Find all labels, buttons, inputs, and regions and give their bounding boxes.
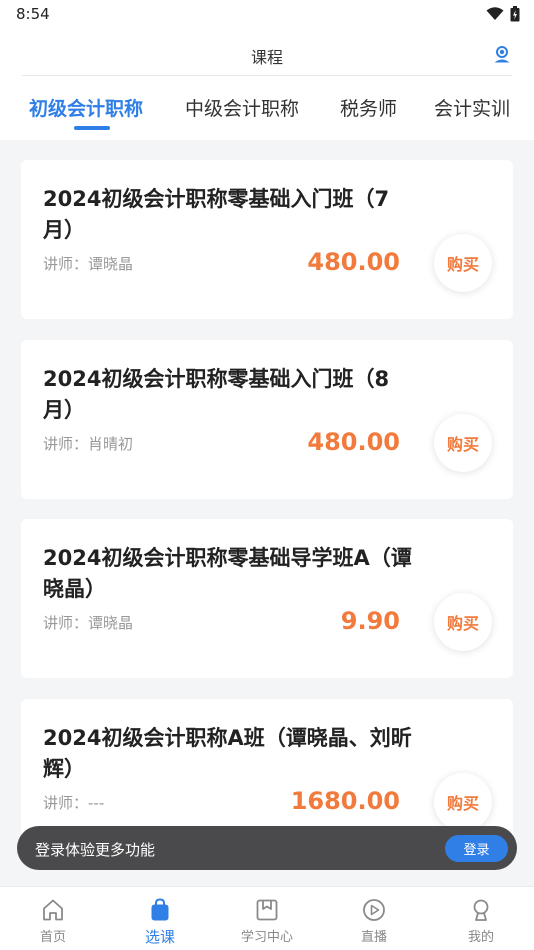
nav-live[interactable]: 直播 — [321, 887, 427, 949]
nav-course-select[interactable]: 选课 — [107, 887, 213, 949]
shopping-bag-icon — [151, 898, 169, 921]
customer-service-icon[interactable] — [492, 44, 512, 64]
course-card[interactable]: 2024初级会计职称零基础入门班（8月） 讲师：肖晴初 480.00 购买 — [21, 340, 513, 499]
course-title: 2024初级会计职称零基础入门班（7月） — [43, 187, 390, 242]
tab-accounting-practice[interactable]: 会计实训 — [434, 94, 510, 121]
course-teacher: 讲师：谭晓晶 — [43, 255, 134, 273]
bookmark-book-icon — [256, 899, 278, 921]
course-card[interactable]: 2024初级会计职称零基础入门班（7月） 讲师：谭晓晶 480.00 购买 — [21, 160, 513, 319]
tab-intermediate-accounting[interactable]: 中级会计职称 — [185, 94, 299, 121]
home-icon — [43, 899, 63, 921]
course-teacher: 讲师：--- — [43, 794, 105, 812]
page-title: 课程 — [250, 48, 283, 67]
category-tabs: 初级会计职称 中级会计职称 税务师 会计实训 — [0, 76, 534, 140]
status-bar: 8:54 — [0, 0, 534, 28]
buy-button[interactable]: 购买 — [434, 234, 492, 292]
status-time: 8:54 — [16, 5, 50, 23]
course-price: 9.90 — [340, 607, 400, 635]
buy-button[interactable]: 购买 — [434, 593, 492, 651]
nav-live-label: 直播 — [360, 930, 387, 945]
login-prompt-text: 登录体验更多功能 — [35, 841, 156, 859]
buy-button[interactable]: 购买 — [434, 414, 492, 472]
nav-mine[interactable]: 我的 — [428, 887, 534, 949]
tab-tax-advisor[interactable]: 税务师 — [340, 94, 397, 121]
course-price: 480.00 — [307, 248, 400, 276]
course-teacher: 讲师：肖晴初 — [43, 435, 134, 453]
wifi-icon — [486, 7, 504, 20]
user-icon — [473, 899, 489, 921]
course-teacher: 讲师：谭晓晶 — [43, 614, 134, 632]
battery-charging-icon — [510, 6, 520, 22]
buy-button[interactable]: 购买 — [434, 773, 492, 831]
login-prompt-bar: 登录体验更多功能 登录 — [17, 826, 517, 870]
course-card[interactable]: 2024初级会计职称零基础导学班A（谭晓晶） 讲师：谭晓晶 9.90 购买 — [21, 519, 513, 678]
course-price: 1680.00 — [290, 787, 400, 815]
course-title: 2024初级会计职称A班（谭晓晶、刘昕辉） — [43, 726, 412, 781]
nav-course-select-label: 选课 — [144, 928, 175, 946]
app-header: 课程 — [0, 28, 534, 76]
nav-home[interactable]: 首页 — [0, 887, 106, 949]
nav-learning-center-label: 学习中心 — [240, 930, 293, 945]
nav-learning-center[interactable]: 学习中心 — [214, 887, 320, 949]
tab-junior-accounting[interactable]: 初级会计职称 — [29, 94, 143, 121]
course-title: 2024初级会计职称零基础入门班（8月） — [43, 367, 390, 422]
course-price: 480.00 — [307, 428, 400, 456]
nav-home-label: 首页 — [39, 930, 66, 945]
active-tab-indicator — [74, 126, 110, 130]
course-title: 2024初级会计职称零基础导学班A（谭晓晶） — [43, 546, 412, 601]
nav-mine-label: 我的 — [467, 930, 494, 945]
play-circle-icon — [363, 899, 385, 921]
bottom-nav: 首页 选课 学习中心 直播 我的 — [0, 886, 534, 950]
login-button[interactable]: 登录 — [445, 835, 508, 862]
